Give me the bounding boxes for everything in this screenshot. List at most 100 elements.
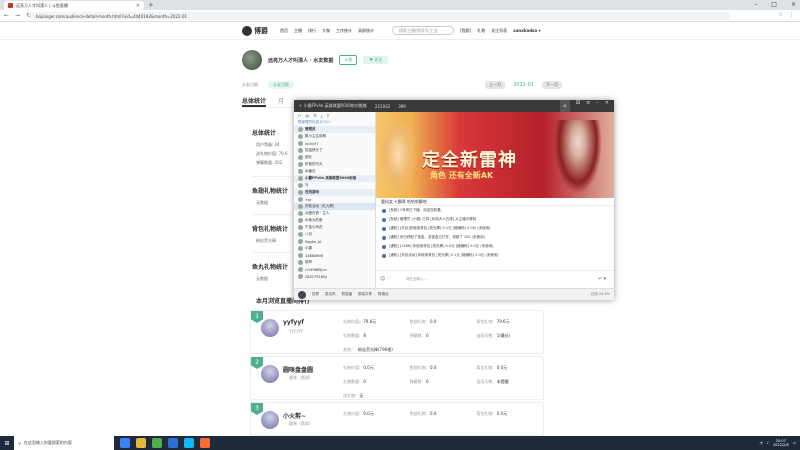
overall-line: 用户等级: 24: [256, 142, 280, 147]
edge-icon[interactable]: [168, 438, 178, 448]
send-icon[interactable]: ↵ ▾: [598, 276, 606, 282]
minimize-icon[interactable]: –: [754, 1, 757, 8]
member-item[interactable]: 兵狸在鲁 · 主人: [294, 210, 375, 217]
member-item[interactable]: 小霸: [294, 245, 375, 252]
member-item[interactable]: 14880898: [294, 252, 375, 259]
rank-card[interactable]: 1 yyfyyf YYFYYF 礼物价值: 79.6元 鱼翅礼物: 0.0 背包礼物…: [250, 310, 544, 354]
header-link-mine[interactable]: [我都]: [460, 28, 471, 34]
volume-icon[interactable]: ♪: [767, 441, 769, 445]
vote-button[interactable]: 投票: [312, 292, 319, 297]
menu-icon[interactable]: ⋮: [789, 12, 794, 18]
back-icon[interactable]: ←: [4, 12, 9, 19]
member-item[interactable]: 管理员: [294, 126, 375, 133]
member-item[interactable]: 团长: [294, 154, 375, 161]
streamer-name[interactable]: yyfyyf: [283, 319, 304, 326]
header-link-follow[interactable]: 关注列表: [491, 28, 507, 34]
game-icon[interactable]: ⚃: [576, 100, 580, 112]
member-item[interactable]: 水番石: [294, 168, 375, 175]
avatar: [298, 260, 303, 265]
member-item[interactable]: 水鱼大的鱼: [294, 217, 375, 224]
more-icon[interactable]: ≡: [586, 100, 590, 112]
avatar: [298, 290, 306, 299]
menu-item-anchor[interactable]: 主播: [294, 28, 302, 34]
member-item[interactable]: 冷: [294, 182, 375, 189]
star-icon[interactable]: ☆: [779, 12, 783, 18]
streamer-name[interactable]: 圆咪盘盘圆: [283, 365, 313, 374]
member-item[interactable]: +ar: [294, 196, 375, 203]
mic-button[interactable]: 麦克风: [325, 292, 336, 297]
browser-tab[interactable]: 远亮万人才叫漂人 | 斗鱼直播 ×: [4, 1, 144, 10]
maximize-icon[interactable]: □: [771, 1, 777, 8]
taskbar-search[interactable]: ⚲ 在这里输入你要搜索的内容: [14, 436, 114, 450]
qq-icon[interactable]: [184, 438, 194, 448]
clock[interactable]: 20:07 2022/2/8: [773, 439, 789, 447]
follow-button[interactable]: ♥ 关注: [363, 56, 389, 64]
task-view-icon[interactable]: [120, 438, 130, 448]
windows-start-icon[interactable]: ⊞: [0, 436, 14, 450]
menu-item-home[interactable]: 首页: [280, 28, 288, 34]
current-month[interactable]: 2022-01: [513, 82, 534, 88]
group-call-button[interactable]: 群通话: [378, 292, 389, 297]
daily-report-link[interactable]: 水友日报: [242, 82, 258, 88]
member-item[interactable]: lucky97: [294, 140, 375, 147]
prev-month-button[interactable]: 上一月: [485, 81, 506, 89]
tool-icon[interactable]: ▤: [305, 113, 309, 119]
ad-banner[interactable]: 定全新雷神 角色 还有全新AK: [376, 112, 614, 198]
chat-input[interactable]: 请在此输入...: [406, 277, 427, 282]
forward-icon[interactable]: →: [15, 12, 20, 19]
avatar: [298, 204, 303, 209]
monthly-report-pill[interactable]: 水友月报: [268, 81, 294, 89]
home-icon[interactable]: ⌂: [559, 100, 570, 112]
tab-monthly[interactable]: 月: [278, 96, 284, 107]
next-month-button[interactable]: 下一月: [542, 81, 562, 89]
member-item[interactable]: flagfor_bl: [294, 238, 375, 245]
site-logo[interactable]: 博爵: [242, 25, 272, 37]
platform-button[interactable]: 斗鱼: [339, 55, 358, 65]
search-icon[interactable]: ⚲: [327, 113, 330, 119]
member-item[interactable]: 28427918Sy: [294, 273, 375, 280]
close-tab-icon[interactable]: ×: [136, 3, 140, 9]
chrome-icon[interactable]: [152, 438, 162, 448]
tool-icon[interactable]: ↩: [298, 113, 301, 119]
group-live-button[interactable]: 群直播: [342, 292, 353, 297]
header-link-gift[interactable]: 礼物: [477, 28, 485, 34]
network-icon[interactable]: ◔: [760, 441, 763, 445]
chat-input-area[interactable]: ☺ ♡ 请在此输入... ↵ ▾: [376, 270, 614, 288]
avatar: [298, 141, 303, 146]
member-item[interactable]: 锦爷: [294, 259, 375, 266]
app-icon[interactable]: [200, 438, 210, 448]
member-item[interactable]: 在线游戏: [294, 189, 375, 196]
tool-icon[interactable]: ☰: [313, 113, 317, 119]
member-item[interactable]: 千金公司花: [294, 224, 375, 231]
tool-icon[interactable]: ⤓: [321, 113, 323, 119]
url-field[interactable]: bojianger.com/audience-detail-month.html…: [30, 12, 730, 20]
rank-card[interactable]: 3 小火剪~ 圆咪（翡翠） 礼物价值: 0.0元 鱼翅礼物: 0.0 背包礼物: 0.…: [250, 402, 544, 436]
member-item[interactable]: 八月: [294, 231, 375, 238]
avatar: [382, 226, 386, 231]
user-menu[interactable]: xanxkadsa ▾: [513, 28, 540, 34]
streamer-name[interactable]: 小火剪~: [283, 411, 306, 420]
taskbar: ⊞ ⚲ 在这里输入你要搜索的内容 ◔ ♪ 20:07 2022/2/8 ▭: [0, 436, 800, 450]
member-item[interactable]: Li199865Jun: [294, 266, 375, 273]
chat-bottom-bar: 投票 麦克风 群直播 屏幕共享 群通话 已用 24.9%: [294, 288, 614, 300]
file-explorer-icon[interactable]: [136, 438, 146, 448]
member-item[interactable]: 挤饭的可大: [294, 161, 375, 168]
close-window-icon[interactable]: ×: [791, 1, 796, 8]
minimize-icon[interactable]: –: [596, 100, 599, 112]
member-item[interactable]: 小霸FPvlin 英雄联盟5000射推: [294, 175, 375, 182]
member-item[interactable]: 群小主往前萌: [294, 133, 375, 140]
menu-item-vip[interactable]: 大咖: [322, 28, 330, 34]
tab-overall[interactable]: 总体统计: [242, 96, 267, 107]
rank-card[interactable]: 2 圆咪盘盘圆 圆咪（翡翠） 礼物价值: 0.0元 鱼翅礼物: 0.0 背包礼物: 0…: [250, 356, 544, 400]
menu-item-record[interactable]: 录屏统计: [358, 28, 374, 34]
menu-item-rank[interactable]: 排行: [308, 28, 316, 34]
search-input[interactable]: 搜索主播/房间号/工会: [392, 26, 454, 35]
member-item[interactable]: 狂滥狭长了: [294, 147, 375, 154]
notification-icon[interactable]: ▭: [793, 441, 796, 445]
new-tab-icon[interactable]: +: [148, 1, 154, 9]
member-item[interactable]: 开放活动（红九歌）: [294, 203, 375, 210]
screen-share-button[interactable]: 屏幕共享: [358, 292, 372, 297]
menu-item-work[interactable]: 工作统计: [336, 28, 352, 34]
emoji-icon[interactable]: ☺ ♡: [380, 276, 391, 282]
close-icon[interactable]: ×: [605, 100, 609, 112]
